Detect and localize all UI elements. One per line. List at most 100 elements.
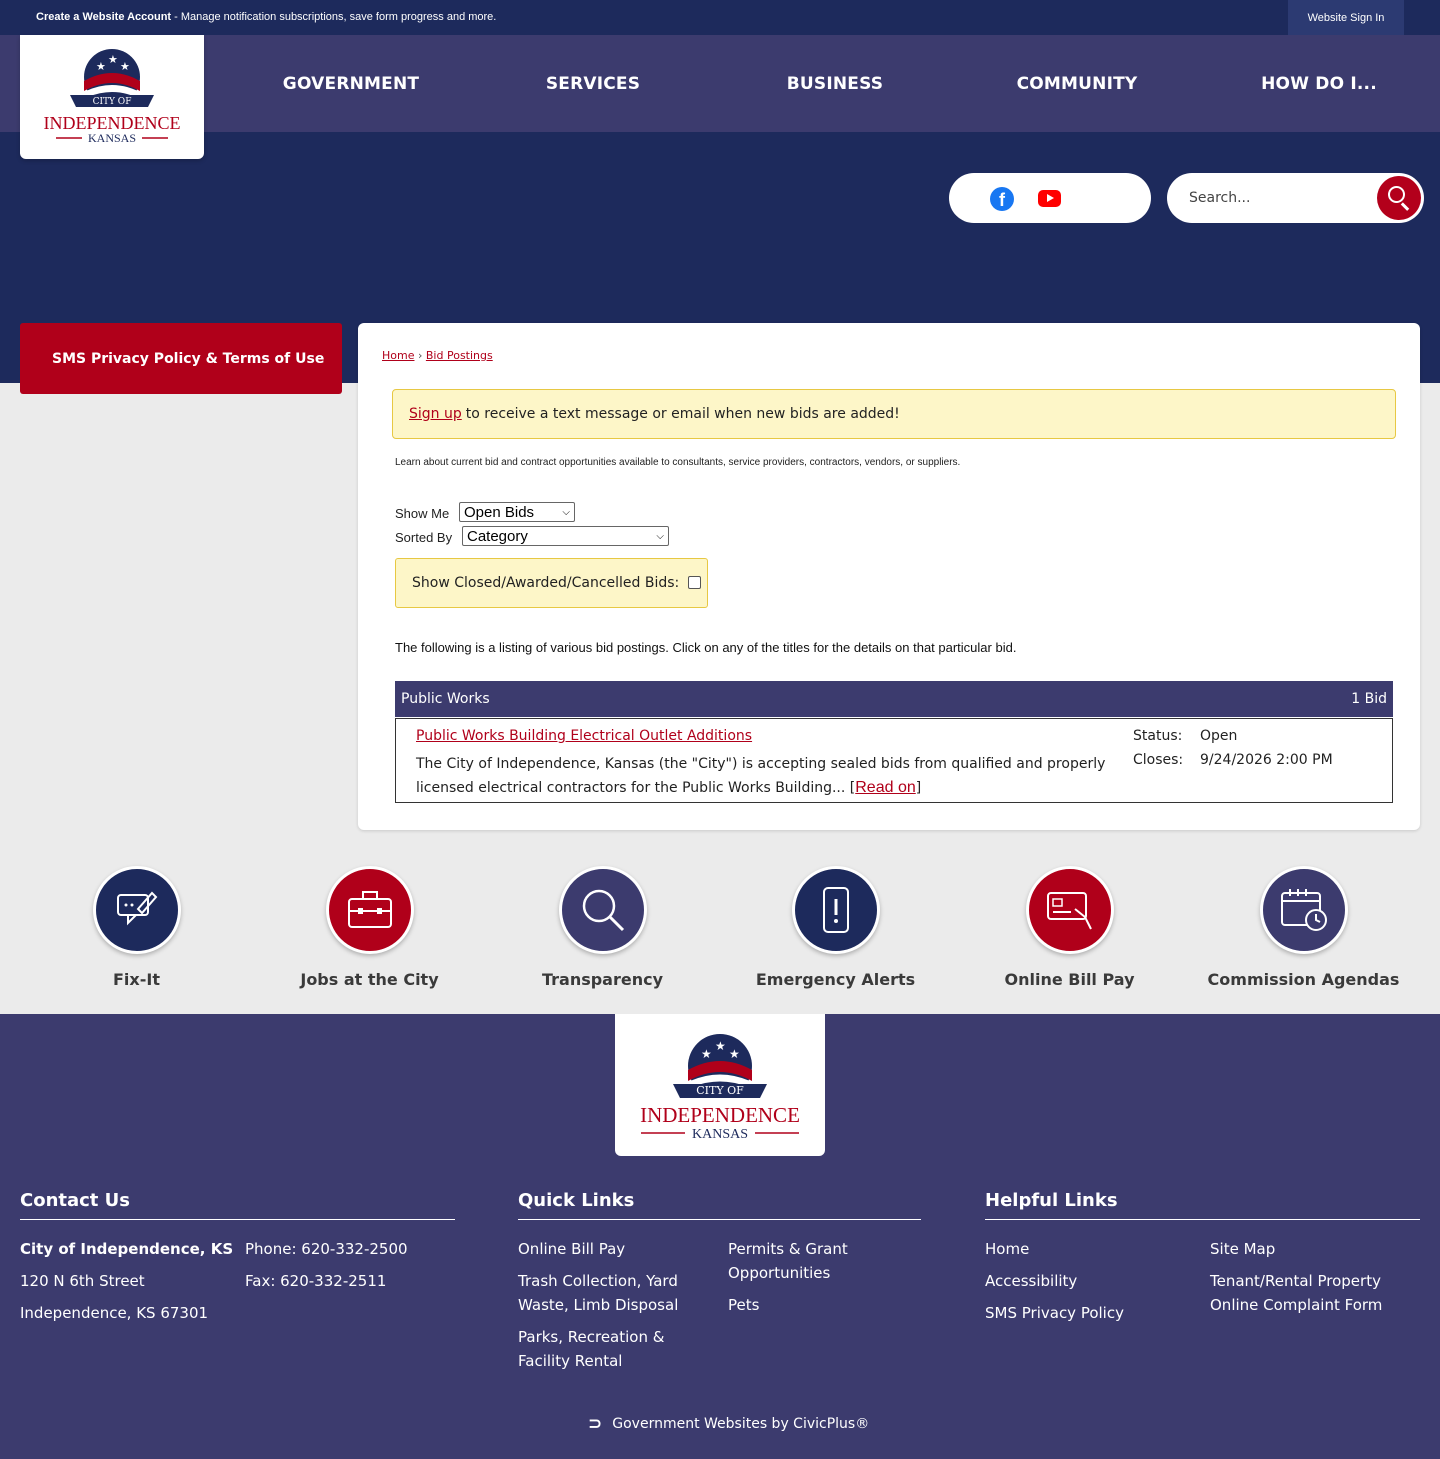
status-label: Status: bbox=[1133, 728, 1183, 744]
youtube-icon[interactable] bbox=[1038, 190, 1061, 207]
quick-link-online-bill-pay[interactable]: Online Bill Pay bbox=[953, 866, 1186, 989]
footer-logo-name: INDEPENDENCE bbox=[640, 1103, 800, 1127]
bid-description: The City of Independence, Kansas (the "C… bbox=[416, 756, 1106, 796]
breadcrumb: Home › Bid Postings bbox=[382, 349, 493, 362]
search-box bbox=[1167, 173, 1424, 223]
city-seal-logo: ★ ★ ★ CITY OF INDEPENDENCE KANSAS bbox=[640, 1034, 800, 1142]
top-bar: Create a Website Account - Manage notifi… bbox=[0, 0, 1440, 35]
footer-link-pets[interactable]: Pets bbox=[728, 1293, 759, 1317]
show-closed-label: Show Closed/Awarded/Cancelled Bids: bbox=[412, 575, 680, 591]
chevron-down-icon: ⌵ bbox=[656, 530, 664, 542]
phone-alert-icon bbox=[791, 866, 880, 954]
svg-text:★: ★ bbox=[120, 61, 130, 73]
main-nav: GOVERNMENT SERVICES BUSINESS COMMUNITY H… bbox=[230, 35, 1440, 132]
civicplus-text: Government Websites by CivicPlus® bbox=[612, 1416, 870, 1432]
show-me-label: Show Me bbox=[395, 506, 450, 521]
search-button[interactable] bbox=[1377, 176, 1421, 220]
footer-link-home[interactable]: Home bbox=[985, 1237, 1029, 1261]
quick-link-commission-agendas[interactable]: Commission Agendas bbox=[1187, 866, 1420, 989]
status-value: Open bbox=[1200, 728, 1238, 744]
category-name: Public Works bbox=[401, 691, 490, 707]
closes-label: Closes: bbox=[1133, 752, 1184, 768]
quick-link-label: Jobs at the City bbox=[300, 970, 439, 989]
quick-link-jobs[interactable]: Jobs at the City bbox=[253, 866, 486, 989]
search-input[interactable] bbox=[1189, 185, 1389, 211]
closes-value: 9/24/2026 2:00 PM bbox=[1200, 752, 1333, 768]
footer-link-trash-collection[interactable]: Trash Collection, Yard Waste, Limb Dispo… bbox=[518, 1269, 718, 1317]
svg-text:★: ★ bbox=[701, 1047, 712, 1061]
breadcrumb-bid-postings[interactable]: Bid Postings bbox=[426, 349, 493, 362]
footer-link-tenant-complaint[interactable]: Tenant/Rental Property Online Complaint … bbox=[1210, 1269, 1425, 1317]
nav-community[interactable]: COMMUNITY bbox=[956, 35, 1198, 132]
helpful-links-heading: Helpful Links bbox=[985, 1190, 1420, 1220]
briefcase-icon bbox=[325, 866, 414, 954]
magnifier-icon bbox=[558, 866, 647, 954]
footer-link-permits-grants[interactable]: Permits & Grant Opportunities bbox=[728, 1237, 898, 1285]
footer-logo-state: KANSAS bbox=[692, 1127, 748, 1142]
account-message: Create a Website Account - Manage notifi… bbox=[36, 11, 496, 23]
svg-text:★: ★ bbox=[96, 61, 106, 73]
sorted-by-select[interactable]: Category ⌵ bbox=[462, 526, 669, 546]
civicplus-credit[interactable]: ⊃ Government Websites by CivicPlus® bbox=[588, 1414, 869, 1434]
chevron-down-icon: ⌵ bbox=[562, 506, 570, 518]
show-closed-checkbox[interactable] bbox=[688, 575, 702, 589]
quick-link-label: Fix-It bbox=[113, 970, 160, 989]
quick-link-label: Emergency Alerts bbox=[755, 970, 916, 989]
listing-description: The following is a listing of various bi… bbox=[395, 640, 1017, 655]
civicplus-logo-icon: ⊃ bbox=[588, 1414, 603, 1434]
quick-link-emergency-alerts[interactable]: Emergency Alerts bbox=[719, 866, 952, 989]
svg-text:★: ★ bbox=[108, 54, 118, 66]
nav-government[interactable]: GOVERNMENT bbox=[230, 35, 472, 132]
calendar-clock-icon bbox=[1259, 866, 1348, 954]
show-closed-filter: Show Closed/Awarded/Cancelled Bids: bbox=[395, 558, 708, 608]
category-header: Public Works 1 Bid bbox=[395, 681, 1393, 717]
nav-business[interactable]: BUSINESS bbox=[714, 35, 956, 132]
footer-logo-city-of: CITY OF bbox=[696, 1084, 744, 1097]
contact-fax: Fax: 620-332-2511 bbox=[245, 1272, 387, 1290]
header-logo[interactable]: ★ ★ ★ CITY OF INDEPENDENCE KANSAS bbox=[20, 35, 204, 159]
show-me-select[interactable]: Open Bids ⌵ bbox=[459, 502, 575, 522]
sidebar-item-sms-privacy[interactable]: SMS Privacy Policy & Terms of Use bbox=[20, 323, 342, 394]
footer-link-accessibility[interactable]: Accessibility bbox=[985, 1269, 1077, 1293]
sign-up-link[interactable]: Sign up bbox=[409, 406, 462, 422]
city-seal-logo: ★ ★ ★ CITY OF INDEPENDENCE KANSAS bbox=[44, 49, 181, 145]
footer-logo[interactable]: ★ ★ ★ CITY OF INDEPENDENCE KANSAS bbox=[615, 1014, 825, 1156]
read-on-link[interactable]: Read on bbox=[855, 779, 916, 796]
facebook-icon[interactable]: f bbox=[990, 187, 1014, 211]
logo-name: INDEPENDENCE bbox=[44, 113, 181, 133]
contact-phone: Phone: 620-332-2500 bbox=[245, 1240, 408, 1258]
search-icon-handle bbox=[1401, 202, 1410, 211]
nav-how-do-i[interactable]: HOW DO I... bbox=[1198, 35, 1440, 132]
quick-link-label: Online Bill Pay bbox=[1004, 970, 1135, 989]
website-sign-in-button[interactable]: Website Sign In bbox=[1288, 0, 1404, 35]
show-me-value: Open Bids bbox=[464, 503, 535, 521]
footer-link-site-map[interactable]: Site Map bbox=[1210, 1237, 1275, 1261]
contact-name: City of Independence, KS bbox=[20, 1240, 234, 1258]
main-content: Home › Bid Postings Sign up to receive a… bbox=[358, 323, 1420, 830]
account-message-text: - Manage notification subscriptions, sav… bbox=[171, 11, 497, 23]
contact-street: 120 N 6th Street bbox=[20, 1272, 145, 1290]
bid-title-link[interactable]: Public Works Building Electrical Outlet … bbox=[416, 728, 752, 744]
footer-link-parks-recreation[interactable]: Parks, Recreation & Facility Rental bbox=[518, 1325, 718, 1373]
social-links: f bbox=[949, 173, 1151, 223]
contact-us-heading: Contact Us bbox=[20, 1190, 455, 1220]
quick-link-fix-it[interactable]: Fix-It bbox=[20, 866, 253, 989]
footer-link-online-bill-pay[interactable]: Online Bill Pay bbox=[518, 1237, 718, 1261]
breadcrumb-home[interactable]: Home bbox=[382, 349, 414, 362]
footer-link-sms-privacy[interactable]: SMS Privacy Policy bbox=[985, 1301, 1124, 1325]
svg-text:★: ★ bbox=[729, 1047, 740, 1061]
logo-city-of: CITY OF bbox=[93, 97, 132, 107]
sorted-by-label: Sorted By bbox=[395, 530, 453, 545]
signup-alert-text: to receive a text message or email when … bbox=[465, 406, 900, 422]
logo-state: KANSAS bbox=[88, 131, 136, 145]
search-icon bbox=[1388, 186, 1405, 203]
bid-description-text: The City of Independence, Kansas (the "C… bbox=[416, 756, 1106, 796]
contact-city: Independence, KS 67301 bbox=[20, 1304, 209, 1322]
quick-link-label: Transparency bbox=[541, 970, 664, 989]
nav-services[interactable]: SERVICES bbox=[472, 35, 714, 132]
create-account-link[interactable]: Create a Website Account bbox=[36, 11, 171, 23]
quick-link-transparency[interactable]: Transparency bbox=[486, 866, 719, 989]
sorted-by-value: Category bbox=[467, 527, 528, 545]
breadcrumb-separator: › bbox=[417, 349, 423, 362]
credit-card-icon bbox=[1025, 866, 1114, 954]
